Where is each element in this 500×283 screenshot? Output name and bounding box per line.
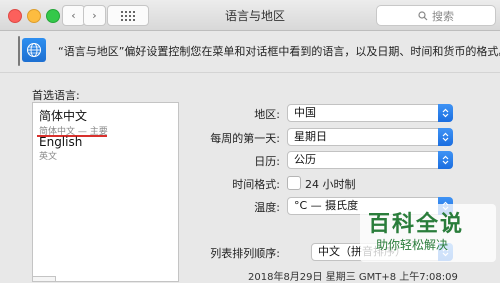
- search-field[interactable]: 搜索: [376, 5, 496, 26]
- close-window-button[interactable]: [8, 9, 22, 23]
- preferred-languages-label: 首选语言:: [32, 89, 80, 102]
- flag-pole: [18, 36, 20, 66]
- calendar-value: 公历: [294, 153, 316, 166]
- search-placeholder: 搜索: [432, 9, 454, 23]
- language-item-english[interactable]: English 英文: [39, 135, 82, 162]
- globe-flag-icon: [22, 38, 46, 62]
- first-day-select[interactable]: 星期日: [287, 128, 453, 146]
- region-label: 地区:: [254, 108, 280, 121]
- first-day-label: 每周的第一天:: [210, 132, 280, 145]
- chevron-up-down-icon: [438, 151, 453, 169]
- time-format-label: 时间格式:: [232, 178, 280, 191]
- region-value: 中国: [294, 106, 316, 119]
- zoom-window-button[interactable]: [46, 9, 60, 23]
- chevron-right-icon: ›: [92, 9, 97, 22]
- minimize-window-button[interactable]: [27, 9, 41, 23]
- 24-hour-checkbox[interactable]: [287, 176, 301, 190]
- first-day-value: 星期日: [294, 130, 327, 143]
- calendar-select[interactable]: 公历: [287, 151, 453, 169]
- datetime-preview: 2018年8月29日 星期三 GMT+8 上午7:08:09: [248, 272, 458, 283]
- grid-icon: [121, 10, 135, 21]
- region-select[interactable]: 中国: [287, 104, 453, 122]
- temperature-label: 温度:: [254, 201, 280, 214]
- add-language-button[interactable]: [32, 276, 56, 281]
- settings-labels: 地区: 每周的第一天: 日历: 时间格式: 温度: 列表排列顺序:: [180, 0, 280, 280]
- language-item-simplified-chinese[interactable]: 简体中文 简体中文 — 主要: [39, 107, 108, 137]
- 24-hour-label: 24 小时制: [305, 178, 356, 191]
- sort-order-label: 列表排列顺序:: [210, 247, 280, 260]
- back-button[interactable]: ‹: [62, 5, 85, 26]
- chevron-up-down-icon: [438, 104, 453, 122]
- language-subtitle: 英文: [39, 152, 58, 162]
- search-icon: [418, 10, 428, 20]
- forward-button[interactable]: ›: [83, 5, 106, 26]
- chevron-up-down-icon: [438, 128, 453, 146]
- language-name: English: [39, 135, 83, 149]
- watermark: 百科全说 助你轻松解决: [360, 204, 496, 262]
- chevron-left-icon: ‹: [71, 9, 76, 22]
- show-all-button[interactable]: [107, 5, 149, 26]
- preferred-languages-list[interactable]: 简体中文 简体中文 — 主要 English 英文: [32, 102, 179, 282]
- calendar-label: 日历:: [254, 155, 280, 168]
- temperature-value: °C — 摄氏度: [294, 199, 359, 212]
- watermark-subtitle: 助你轻松解决: [376, 238, 449, 252]
- language-name: 简体中文: [39, 109, 88, 123]
- watermark-title: 百科全说: [368, 212, 465, 237]
